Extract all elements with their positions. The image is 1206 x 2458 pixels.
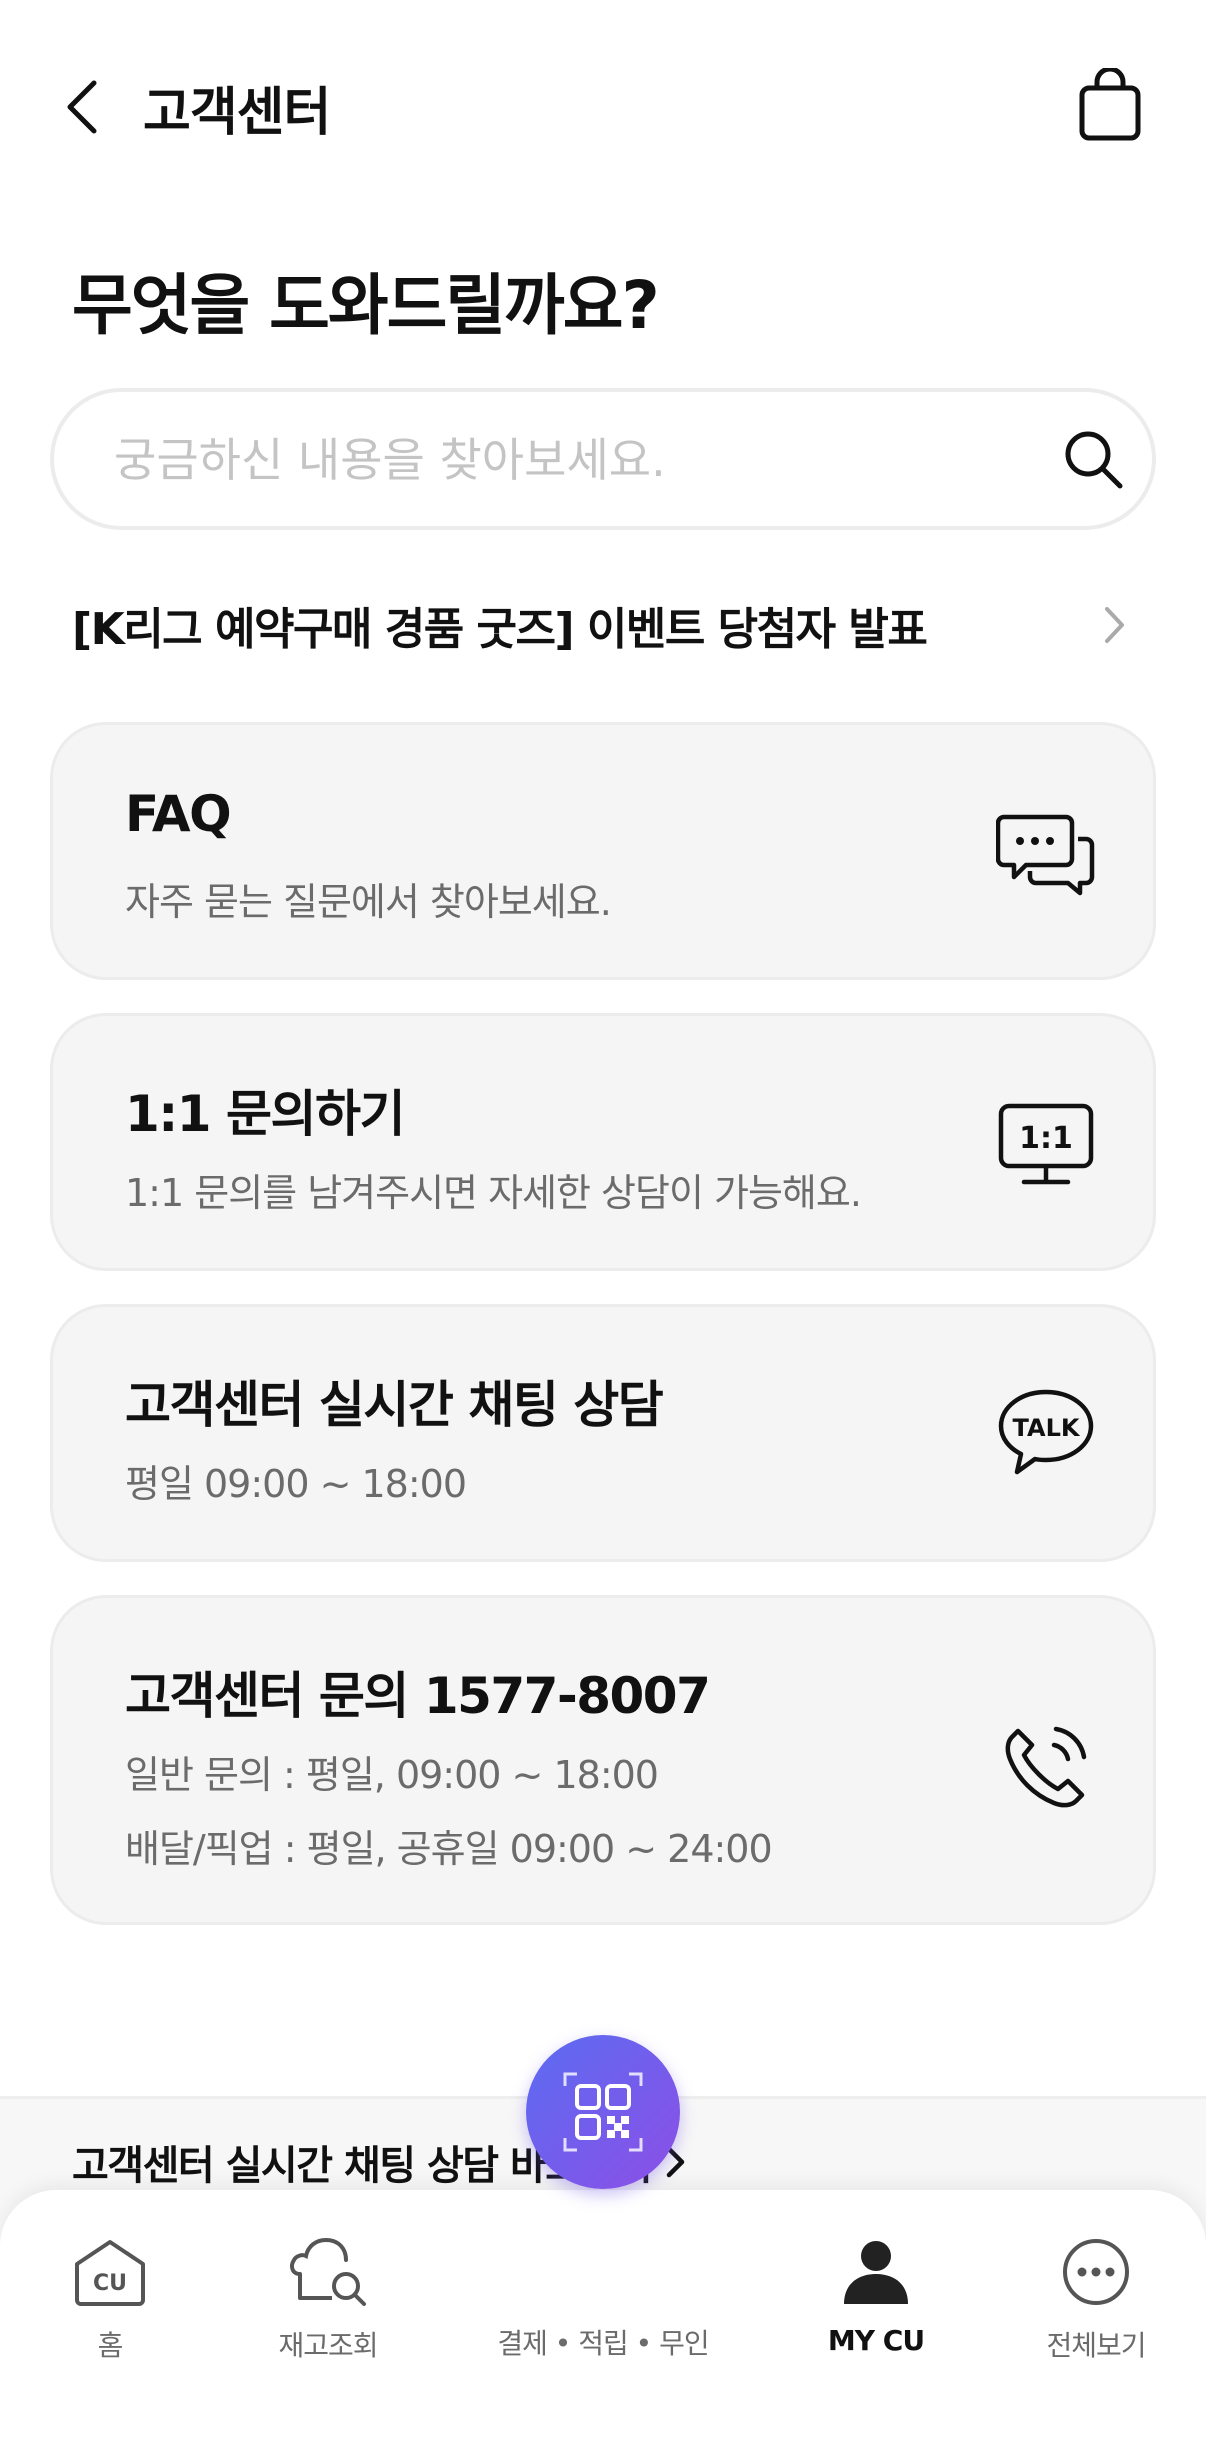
- one-on-one-icon: 1:1: [991, 1090, 1101, 1200]
- icon-label: TALK: [1013, 1414, 1081, 1442]
- notice-text: [K리그 예약구매 경품 굿즈] 이벤트 당첨자 발표: [72, 604, 928, 655]
- qr-code-icon: [563, 2072, 643, 2152]
- page-title: 고객센터: [143, 83, 331, 143]
- card-title: 고객센터 실시간 채팅 상담: [125, 1376, 664, 1434]
- cu-home-icon: CU: [68, 2230, 152, 2314]
- icon-label: 1:1: [1019, 1121, 1073, 1156]
- cart-button[interactable]: [1070, 62, 1150, 148]
- icon-label: CU: [93, 2271, 127, 2296]
- inquiry-card[interactable]: 1:1 문의하기 1:1 문의를 남겨주시면 자세한 상담이 가능해요. 1:1: [50, 1013, 1156, 1271]
- tab-my-cu[interactable]: MY CU: [786, 2230, 966, 2380]
- app-header: 고객센터: [0, 0, 1206, 210]
- live-chat-card[interactable]: 고객센터 실시간 채팅 상담 평일 09:00 ~ 18:00 TALK: [50, 1304, 1156, 1562]
- faq-card[interactable]: FAQ 자주 묻는 질문에서 찾아보세요.: [50, 722, 1156, 980]
- phone-call-icon: [991, 1712, 1101, 1822]
- card-title: 1:1 문의하기: [125, 1085, 405, 1143]
- chat-bubbles-icon: [991, 799, 1101, 909]
- tab-label: 홈: [97, 2329, 124, 2362]
- shopping-bag-icon: [1079, 68, 1141, 141]
- chevron-right-icon: [1092, 603, 1136, 647]
- card-description: 일반 문의 : 평일, 09:00 ~ 18:00: [125, 1753, 659, 1797]
- tab-stock-search[interactable]: 재고조회: [238, 2230, 418, 2380]
- tab-label: 전체보기: [1046, 2329, 1146, 2362]
- stock-search-icon: [286, 2230, 370, 2314]
- talk-bubble-icon: TALK: [991, 1377, 1101, 1487]
- tab-home[interactable]: CU 홈: [20, 2230, 200, 2380]
- search-button[interactable]: [1054, 420, 1134, 500]
- card-title: FAQ: [125, 785, 232, 843]
- tab-view-all[interactable]: 전체보기: [1006, 2230, 1186, 2380]
- help-heading: 무엇을 도와드릴까요?: [72, 267, 660, 344]
- phone-inquiry-card[interactable]: 고객센터 문의 1577-8007 일반 문의 : 평일, 09:00 ~ 18…: [50, 1595, 1156, 1925]
- search-icon: [1065, 431, 1123, 489]
- tab-label: 재고조회: [278, 2329, 378, 2362]
- event-notice-link[interactable]: [K리그 예약구매 경품 굿즈] 이벤트 당첨자 발표: [72, 585, 1156, 665]
- card-description: 자주 묻는 질문에서 찾아보세요.: [125, 880, 612, 924]
- card-description: 평일 09:00 ~ 18:00: [125, 1462, 467, 1506]
- qr-pay-label: 결제 • 적립 • 무인: [497, 2327, 709, 2360]
- search-input[interactable]: [114, 422, 1014, 498]
- more-icon: [1054, 2230, 1138, 2314]
- card-description: 배달/픽업 : 평일, 공휴일 09:00 ~ 24:00: [125, 1827, 773, 1871]
- search-bar: [50, 388, 1156, 530]
- back-button[interactable]: [52, 72, 112, 142]
- tab-label: MY CU: [827, 2324, 925, 2357]
- chevron-left-icon: [67, 80, 97, 134]
- card-description: 1:1 문의를 남겨주시면 자세한 상담이 가능해요.: [125, 1171, 862, 1215]
- user-icon: [834, 2230, 918, 2314]
- qr-pay-button[interactable]: [526, 2035, 680, 2189]
- card-title: 고객센터 문의 1577-8007: [125, 1667, 711, 1725]
